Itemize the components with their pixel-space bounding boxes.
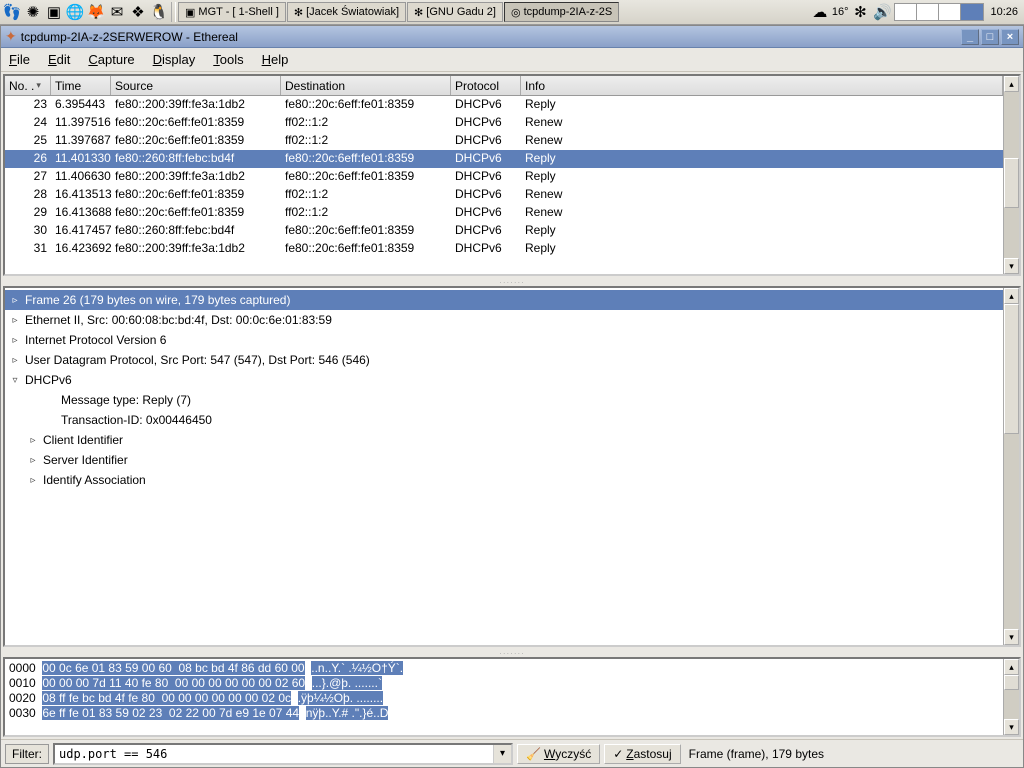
hex-line[interactable]: 0030 6e ff fe 01 83 59 02 23 02 22 00 7d… bbox=[9, 706, 999, 721]
task-gadu[interactable]: ✻[GNU Gadu 2] bbox=[407, 2, 503, 22]
table-row[interactable]: 2411.397516fe80::20c:6eff:fe01:8359ff02:… bbox=[5, 114, 1003, 132]
menu-bar: File Edit Capture Display Tools Help bbox=[1, 48, 1023, 72]
tree-node[interactable]: ▹Frame 26 (179 bytes on wire, 179 bytes … bbox=[5, 290, 1003, 310]
tree-node[interactable]: ▹Ethernet II, Src: 00:60:08:bc:bd:4f, Ds… bbox=[5, 310, 1003, 330]
tree-node[interactable]: Message type: Reply (7) bbox=[5, 390, 1003, 410]
packet-detail-pane: ▹Frame 26 (179 bytes on wire, 179 bytes … bbox=[3, 286, 1021, 647]
table-row[interactable]: 236.395443fe80::200:39ff:fe3a:1db2fe80::… bbox=[5, 96, 1003, 114]
filter-label[interactable]: Filter: bbox=[5, 744, 49, 764]
apply-button[interactable]: ✓ Zastosuj bbox=[604, 744, 680, 764]
gear-icon[interactable]: ✺ bbox=[23, 2, 43, 22]
workspace-switcher[interactable] bbox=[894, 3, 984, 21]
globe-icon[interactable]: 🌐 bbox=[65, 2, 85, 22]
col-time[interactable]: Time bbox=[51, 76, 111, 95]
weather-icon[interactable]: ☁ bbox=[810, 2, 830, 22]
scroll-up-button[interactable]: ▴ bbox=[1004, 76, 1019, 92]
col-protocol[interactable]: Protocol bbox=[451, 76, 521, 95]
foot-icon[interactable]: 👣 bbox=[2, 2, 22, 22]
hex-view[interactable]: 0000 00 0c 6e 01 83 59 00 60 08 bc bd 4f… bbox=[5, 659, 1003, 735]
hex-line[interactable]: 0000 00 0c 6e 01 83 59 00 60 08 bc bd 4f… bbox=[9, 661, 999, 676]
close-button[interactable]: × bbox=[1001, 29, 1019, 45]
app-icon[interactable]: ❖ bbox=[128, 2, 148, 22]
scroll-up-button[interactable]: ▴ bbox=[1004, 288, 1019, 304]
hex-line[interactable]: 0020 08 ff fe bc bd 4f fe 80 00 00 00 00… bbox=[9, 691, 999, 706]
table-row[interactable]: 2511.397687fe80::20c:6eff:fe01:8359ff02:… bbox=[5, 132, 1003, 150]
menu-display[interactable]: Display bbox=[153, 52, 196, 67]
mail-icon[interactable]: ✉ bbox=[107, 2, 127, 22]
table-row[interactable]: 2711.406630fe80::200:39ff:fe3a:1db2fe80:… bbox=[5, 168, 1003, 186]
col-destination[interactable]: Destination bbox=[281, 76, 451, 95]
scroll-down-button[interactable]: ▾ bbox=[1004, 258, 1019, 274]
tree-node[interactable]: ▹Server Identifier bbox=[5, 450, 1003, 470]
packet-rows[interactable]: 236.395443fe80::200:39ff:fe3a:1db2fe80::… bbox=[5, 96, 1003, 258]
terminal-icon[interactable]: ▣ bbox=[44, 2, 64, 22]
menu-edit[interactable]: Edit bbox=[48, 52, 70, 67]
filter-combo[interactable]: ▾ bbox=[53, 743, 513, 765]
window-title: tcpdump-2IA-z-2SERWEROW - Ethereal bbox=[21, 30, 238, 44]
ethereal-window: ✦ tcpdump-2IA-z-2SERWEROW - Ethereal _ □… bbox=[0, 25, 1024, 768]
tree-node[interactable]: ▹Client Identifier bbox=[5, 430, 1003, 450]
list-scrollbar[interactable]: ▴ ▾ bbox=[1003, 76, 1019, 274]
tree-node[interactable]: ▿DHCPv6 bbox=[5, 370, 1003, 390]
tree-node[interactable]: ▹User Datagram Protocol, Src Port: 547 (… bbox=[5, 350, 1003, 370]
tree-node[interactable]: ▹Internet Protocol Version 6 bbox=[5, 330, 1003, 350]
filter-bar: Filter: ▾ 🧹 Wyczyść ✓ Zastosuj Frame (fr… bbox=[1, 739, 1023, 767]
task-tcpdump[interactable]: ◎tcpdump-2IA-z-2S bbox=[504, 2, 619, 22]
hex-line[interactable]: 0010 00 00 00 7d 11 40 fe 80 00 00 00 00… bbox=[9, 676, 999, 691]
menu-tools[interactable]: Tools bbox=[213, 52, 243, 67]
packet-bytes-pane: 0000 00 0c 6e 01 83 59 00 60 08 bc bd 4f… bbox=[3, 657, 1021, 737]
task-jacek[interactable]: ✻[Jacek Światowiak] bbox=[287, 2, 406, 22]
col-no[interactable]: No. . bbox=[5, 76, 51, 95]
scroll-up-button[interactable]: ▴ bbox=[1004, 659, 1019, 675]
table-row[interactable]: 3016.417457fe80::260:8ff:febc:bd4ffe80::… bbox=[5, 222, 1003, 240]
task-mgt[interactable]: ▣MGT - [ 1-Shell ] bbox=[178, 2, 286, 22]
pane-splitter-1[interactable]: ······· bbox=[1, 278, 1023, 284]
tux-icon[interactable]: 🐧 bbox=[149, 2, 169, 22]
scroll-down-button[interactable]: ▾ bbox=[1004, 719, 1019, 735]
filter-input[interactable] bbox=[55, 745, 493, 763]
temperature: 16° bbox=[832, 6, 849, 18]
column-headers: No. . Time Source Destination Protocol I… bbox=[5, 76, 1003, 96]
table-row[interactable]: 2816.413513fe80::20c:6eff:fe01:8359ff02:… bbox=[5, 186, 1003, 204]
menu-help[interactable]: Help bbox=[262, 52, 289, 67]
broom-icon: 🧹 bbox=[526, 747, 541, 761]
tree-scrollbar[interactable]: ▴ ▾ bbox=[1003, 288, 1019, 645]
col-source[interactable]: Source bbox=[111, 76, 281, 95]
scroll-down-button[interactable]: ▾ bbox=[1004, 629, 1019, 645]
filter-dropdown-button[interactable]: ▾ bbox=[493, 745, 511, 763]
clock[interactable]: 10:26 bbox=[986, 6, 1022, 18]
clear-button[interactable]: 🧹 Wyczyść bbox=[517, 744, 600, 764]
status-text: Frame (frame), 179 bytes bbox=[689, 747, 1019, 761]
table-row[interactable]: 3116.423692fe80::200:39ff:fe3a:1db2fe80:… bbox=[5, 240, 1003, 258]
tray-icons-left: 👣 ✺ ▣ 🌐 🦊 ✉ ❖ 🐧 bbox=[2, 2, 169, 22]
packet-list-pane: No. . Time Source Destination Protocol I… bbox=[3, 74, 1021, 276]
minimize-button[interactable]: _ bbox=[961, 29, 979, 45]
update-icon[interactable]: ✻ bbox=[850, 2, 870, 22]
tree-node[interactable]: ▹Identify Association bbox=[5, 470, 1003, 490]
window-titlebar[interactable]: ✦ tcpdump-2IA-z-2SERWEROW - Ethereal _ □… bbox=[1, 26, 1023, 48]
taskbar-tasks: ▣MGT - [ 1-Shell ] ✻[Jacek Światowiak] ✻… bbox=[178, 2, 619, 22]
detail-tree[interactable]: ▹Frame 26 (179 bytes on wire, 179 bytes … bbox=[5, 288, 1003, 645]
menu-file[interactable]: File bbox=[9, 52, 30, 67]
pane-splitter-2[interactable]: ······· bbox=[1, 649, 1023, 655]
hex-scrollbar[interactable]: ▴ ▾ bbox=[1003, 659, 1019, 735]
volume-icon[interactable]: 🔊 bbox=[872, 2, 892, 22]
col-info[interactable]: Info bbox=[521, 76, 1003, 95]
check-icon: ✓ bbox=[613, 747, 623, 761]
menu-capture[interactable]: Capture bbox=[88, 52, 134, 67]
app-icon: ✦ bbox=[5, 28, 17, 45]
fox-icon[interactable]: 🦊 bbox=[86, 2, 106, 22]
table-row[interactable]: 2611.401330fe80::260:8ff:febc:bd4ffe80::… bbox=[5, 150, 1003, 168]
tree-node[interactable]: Transaction-ID: 0x00446450 bbox=[5, 410, 1003, 430]
maximize-button[interactable]: □ bbox=[981, 29, 999, 45]
table-row[interactable]: 2916.413688fe80::20c:6eff:fe01:8359ff02:… bbox=[5, 204, 1003, 222]
system-taskbar: 👣 ✺ ▣ 🌐 🦊 ✉ ❖ 🐧 ▣MGT - [ 1-Shell ] ✻[Jac… bbox=[0, 0, 1024, 25]
